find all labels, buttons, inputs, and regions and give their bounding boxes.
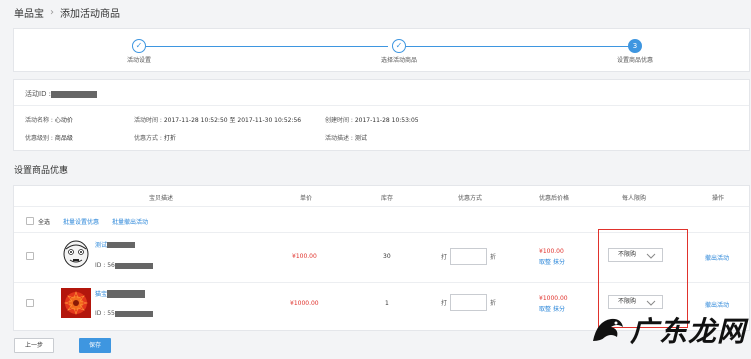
col-desc: 宝贝描述 [148,195,174,202]
table-header: 宝贝描述 单价 库存 优惠方式 优惠后价格 每人限购 操作 [14,186,749,207]
step-3-label: 设置商品优惠 [616,57,654,64]
activity-level-label: 优惠级别 : [25,135,53,142]
round-link[interactable]: 取整 [539,306,551,313]
activity-created: 创建时间 : 2017-11-28 10:53:05 [325,115,419,124]
activity-name-label: 活动名称 : [25,117,53,124]
select-all-checkbox[interactable] [26,217,34,225]
col-discount: 优惠方式 [457,195,483,202]
product-title: 测试 [95,240,136,249]
row-checkbox[interactable] [26,252,34,260]
activity-level-value: 商品级 [54,135,73,142]
discount-suffix: 折 [490,300,497,307]
stock: 30 [383,253,391,260]
erase-cents-link[interactable]: 抹分 [553,259,565,266]
activity-time: 活动时间 : 2017-11-28 10:52:50 至 2017-11-30 … [134,115,301,124]
breadcrumb: 单品宝 › 添加活动商品 [14,5,120,20]
unit-price: ¥100.00 [292,253,317,260]
activity-created-label: 创建时间 : [325,117,353,124]
redacted-mask [107,290,146,298]
step-1-label: 活动设置 [126,57,152,64]
after-price-value: ¥100.00 [539,248,564,255]
after-price: ¥100.00 取整 抹分 [539,248,565,266]
watermark: 广东龙网 [589,310,746,350]
activity-info-card: 活动ID : 活动名称 : 心动价 活动时间 : 2017-11-28 10:5… [13,79,750,151]
discount-prefix: 打 [441,254,448,261]
product-id-text: ID : 55 [95,310,115,317]
activity-desc: 活动描述 : 测试 [325,133,367,142]
activity-time-label: 活动时间 : [134,117,162,124]
step-connector [146,46,388,47]
save-button[interactable]: 保存 [79,338,111,353]
breadcrumb-separator-icon: › [50,7,54,18]
step-2-label: 选择活动商品 [380,57,418,64]
step-2-check-icon: ✓ [392,39,406,53]
product-id: ID : 56 [95,262,153,269]
activity-method-value: 打折 [163,135,176,142]
redacted-mask [114,310,153,317]
step-connector [406,46,634,47]
breadcrumb-root[interactable]: 单品宝 [14,5,44,20]
remove-from-activity-link[interactable]: 撤出活动 [705,253,729,262]
activity-name: 活动名称 : 心动价 [25,115,73,124]
product-title-link[interactable]: 猫宝 [95,291,107,298]
activity-name-value: 心动价 [54,117,73,124]
product-id-text: ID : 56 [95,262,115,269]
col-action: 操作 [711,195,725,202]
activity-desc-value: 测试 [354,135,367,142]
product-title-link[interactable]: 测试 [95,242,107,249]
activity-level: 优惠级别 : 商品级 [25,133,73,142]
redacted-mask [107,242,136,248]
divider [14,105,749,106]
cartoon-face-avatar [61,239,91,269]
activity-method-label: 优惠方式 : [134,135,162,142]
section-title: 设置商品优惠 [14,166,69,176]
steps-progress: ✓ 活动设置 ✓ 选择活动商品 3 设置商品优惠 [13,28,750,72]
select-all-label: 全选 [38,219,51,226]
unit-price: ¥1000.00 [290,300,319,307]
col-stock: 库存 [380,195,394,202]
activity-id: 活动ID : [25,89,98,99]
breadcrumb-current: 添加活动商品 [60,9,120,20]
activity-method: 优惠方式 : 打折 [134,133,176,142]
discount-control: 打 折 [441,248,496,265]
activity-time-value: 2017-11-28 10:52:50 至 2017-11-30 10:52:5… [163,117,302,124]
remove-from-activity-link[interactable]: 撤出活动 [705,300,729,309]
watermark-text: 广东龙网 [630,315,747,348]
after-price: ¥1000.00 取整 抹分 [539,295,568,313]
step-1-check-icon: ✓ [132,39,146,53]
red-flower-thumbnail [61,288,91,318]
bulk-set-discount-link[interactable]: 批量设置优惠 [63,217,99,226]
previous-step-button[interactable]: 上一步 [14,338,54,353]
step-3-number: 3 [628,39,642,53]
col-price: 单价 [299,195,313,202]
discount-prefix: 打 [441,300,448,307]
activity-id-label: 活动ID : [25,90,52,98]
activity-desc-label: 活动描述 : [325,135,353,142]
bulk-remove-link[interactable]: 批量撤出活动 [112,217,148,226]
dragon-logo-icon [593,318,623,341]
erase-cents-link[interactable]: 抹分 [553,306,565,313]
redacted-mask [51,90,98,98]
product-title: 猫宝 [95,289,146,298]
stock: 1 [385,300,389,307]
discount-suffix: 折 [490,254,497,261]
after-price-value: ¥1000.00 [539,295,568,302]
activity-created-value: 2017-11-28 10:53:05 [354,117,419,124]
col-limit: 每人限购 [621,195,647,202]
discount-input[interactable] [450,294,488,311]
redacted-mask [114,262,153,269]
col-after-price: 优惠后价格 [538,195,570,202]
round-link[interactable]: 取整 [539,259,551,266]
product-id: ID : 55 [95,310,153,317]
discount-control: 打 折 [441,294,496,311]
row-checkbox[interactable] [26,299,34,307]
discount-input[interactable] [450,248,488,265]
